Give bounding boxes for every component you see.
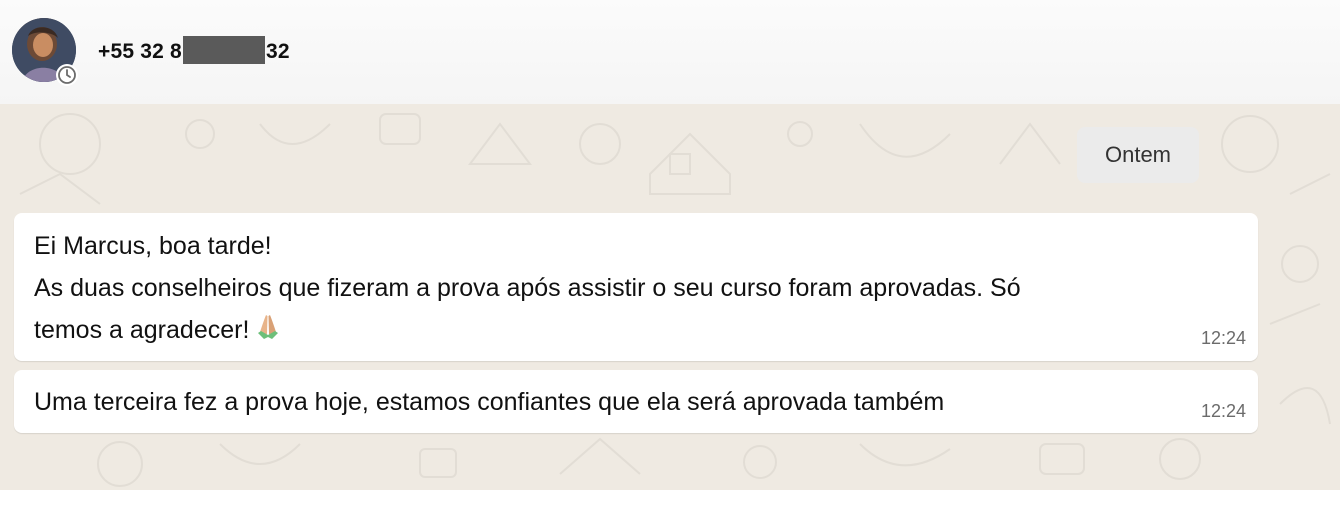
message-line: Ei Marcus, boa tarde! — [34, 232, 272, 260]
message-time: 12:24 — [1200, 401, 1246, 421]
message-time: 12:24 — [1200, 328, 1246, 348]
message-text: Ei Marcus, boa tarde! As duas conselheir… — [34, 225, 1021, 355]
contact-number-suffix: 32 — [265, 40, 290, 63]
chat-header: +55 32 8 32 — [0, 0, 1340, 104]
folded-hands-icon — [253, 312, 283, 355]
message-text: Uma terceira fez a prova hoje, estamos c… — [34, 381, 944, 423]
footer-strip — [0, 490, 1340, 520]
message-line-with-emoji: temos a agradecer! — [34, 309, 1021, 355]
status-clock-icon — [56, 64, 78, 86]
contact-name[interactable]: +55 32 8 32 — [98, 36, 290, 64]
message-bubble[interactable]: Ei Marcus, boa tarde! As duas conselheir… — [14, 213, 1258, 361]
message-line: As duas conselheiros que fizeram a prova… — [34, 274, 1021, 302]
chat-window: +55 32 8 32 Ontem Ei Marcus, boa tarde! … — [0, 0, 1340, 520]
contact-number-prefix: +55 32 8 — [98, 40, 182, 63]
redaction-block — [182, 36, 265, 64]
date-separator: Ontem — [1077, 127, 1199, 183]
message-line: Uma terceira fez a prova hoje, estamos c… — [34, 388, 945, 416]
message-bubble[interactable]: Uma terceira fez a prova hoje, estamos c… — [14, 370, 1258, 433]
message-line-text: temos a agradecer! — [34, 316, 250, 344]
